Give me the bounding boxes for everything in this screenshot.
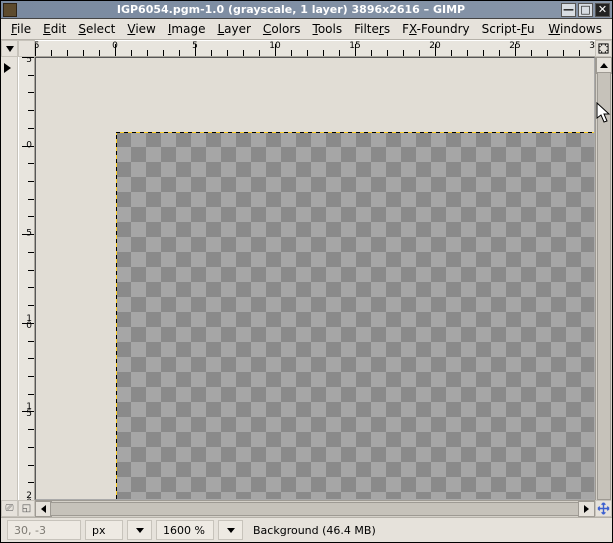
nav-icon[interactable] [595, 500, 612, 517]
statusbar: 30, -3 px 1600 % Background (46.4 MB) [1, 517, 612, 542]
guide-strip[interactable] [1, 57, 18, 500]
menu-filters[interactable]: Filters [348, 20, 396, 38]
scrollbar-vertical[interactable] [595, 57, 612, 500]
scrollbar-horizontal[interactable] [35, 500, 595, 517]
menu-layer[interactable]: Layer [211, 20, 256, 38]
transparent-canvas[interactable] [116, 132, 594, 499]
unit-dropdown-icon[interactable] [127, 520, 152, 540]
menu-view[interactable]: View [121, 20, 161, 38]
workspace: -5051015202530 -505101520 ⎚ ◱ [1, 40, 612, 517]
minimize-button[interactable]: — [561, 3, 576, 17]
menu-select[interactable]: Select [72, 20, 121, 38]
menu-tools[interactable]: Tools [307, 20, 349, 38]
maximize-button[interactable]: □ [578, 3, 593, 17]
ruler-vertical[interactable]: -505101520 [18, 57, 35, 500]
canvas-viewport[interactable] [35, 57, 595, 500]
zoom-fit-icon[interactable] [595, 40, 612, 57]
menu-fxfoundry[interactable]: FX-Foundry [396, 20, 476, 38]
window-title: IGP6054.pgm-1.0 (grayscale, 1 layer) 389… [21, 3, 561, 16]
menu-file[interactable]: File [5, 20, 37, 38]
app-window: IGP6054.pgm-1.0 (grayscale, 1 layer) 389… [0, 0, 613, 543]
guide-arrow-icon [4, 63, 11, 73]
quickmask-icon[interactable]: ◱ [18, 500, 35, 517]
menu-scriptfu[interactable]: Script-Fu [476, 20, 541, 38]
status-message: Background (46.4 MB) [247, 521, 606, 539]
status-unit-label[interactable]: px [85, 520, 123, 540]
ruler-horizontal[interactable]: -5051015202530 [35, 40, 595, 57]
menu-arrow-icon[interactable] [1, 40, 18, 57]
close-button[interactable]: ✕ [595, 3, 610, 17]
status-coords: 30, -3 [7, 520, 81, 540]
scroll-right-button[interactable] [578, 501, 595, 517]
menu-image[interactable]: Image [162, 20, 212, 38]
scroll-v-track[interactable] [597, 72, 611, 500]
menu-windows[interactable]: Windows [542, 20, 608, 38]
status-zoom[interactable]: 1600 % [156, 520, 214, 540]
gimp-icon [3, 3, 17, 17]
ruler-origin[interactable] [18, 40, 35, 57]
scroll-h-track[interactable] [50, 502, 580, 516]
menu-edit[interactable]: Edit [37, 20, 72, 38]
qm-corner-1[interactable]: ⎚ [1, 500, 18, 517]
zoom-dropdown-icon[interactable] [218, 520, 243, 540]
menu-colors[interactable]: Colors [257, 20, 307, 38]
titlebar[interactable]: IGP6054.pgm-1.0 (grayscale, 1 layer) 389… [1, 1, 612, 19]
menubar: File Edit Select View Image Layer Colors… [1, 19, 612, 40]
